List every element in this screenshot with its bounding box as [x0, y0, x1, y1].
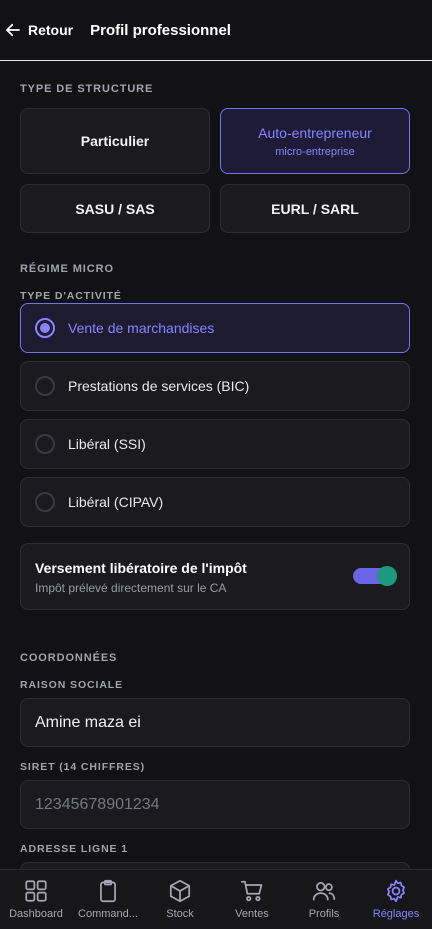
versement-toggle[interactable]: [353, 566, 397, 586]
adresse-input[interactable]: [20, 862, 410, 869]
structure-option-sasu[interactable]: SASU / SAS: [20, 184, 210, 233]
structure-option-label: EURL / SARL: [271, 200, 359, 217]
nav-item-stock[interactable]: Stock: [144, 870, 216, 929]
activity-type-label: TYPE D'ACTIVITÉ: [20, 290, 122, 302]
structure-option-label: Particulier: [80, 133, 150, 149]
versement-title: Versement libératoire de l'impôt: [35, 560, 247, 576]
structure-section-label: TYPE DE STRUCTURE: [20, 83, 154, 95]
page-title: Profil professionnel: [90, 21, 231, 39]
raison-sociale-label: RAISON SOCIALE: [20, 679, 124, 691]
nav-label: Réglages: [372, 908, 420, 920]
structure-option-eurl[interactable]: EURL / SARL: [220, 184, 410, 233]
back-button[interactable]: Retour: [4, 21, 73, 39]
grid-icon: [25, 880, 47, 902]
nav-label: Command...: [78, 908, 138, 920]
nav-item-dashboard[interactable]: Dashboard: [0, 870, 72, 929]
top-bar: Retour Profil professionnel: [0, 0, 432, 61]
activity-option-vente[interactable]: Vente de marchandises: [20, 303, 410, 353]
arrow-left-icon: [6, 23, 20, 37]
users-icon: [312, 882, 336, 901]
siret-label: SIRET (14 CHIFFRES): [20, 761, 146, 773]
structure-option-label: Auto-entrepreneur: [258, 124, 372, 141]
adresse-label: ADRESSE LIGNE 1: [20, 843, 129, 855]
activity-option-label: Libéral (SSI): [68, 436, 146, 452]
nav-label: Dashboard: [9, 908, 63, 920]
toggle-knob: [377, 566, 397, 586]
box-icon: [169, 879, 191, 903]
activity-option-services[interactable]: Prestations de services (BIC): [20, 361, 410, 411]
activity-option-liberal-ssi[interactable]: Libéral (SSI): [20, 419, 410, 469]
micro-section-label: RÉGIME MICRO: [20, 263, 114, 275]
siret-input[interactable]: 12345678901234: [20, 780, 410, 829]
nav-label: Stock: [166, 908, 194, 920]
radio-button[interactable]: [35, 492, 55, 512]
nav-item-ventes[interactable]: Ventes: [216, 870, 288, 929]
radio-button[interactable]: [35, 434, 55, 454]
structure-option-particulier[interactable]: Particulier: [20, 108, 210, 174]
structure-option-sublabel: micro-entreprise: [275, 145, 355, 158]
activity-option-label: Libéral (CIPAV): [68, 494, 164, 510]
versement-liberatoire-card: Versement libératoire de l'impôt Impôt p…: [20, 543, 410, 610]
raison-sociale-input[interactable]: Amine maza ei: [20, 698, 410, 747]
nav-item-commandes[interactable]: Command...: [72, 870, 144, 929]
structure-option-auto-entrepreneur[interactable]: Auto-entrepreneur micro-entreprise: [220, 108, 410, 174]
activity-option-liberal-cipav[interactable]: Libéral (CIPAV): [20, 477, 410, 527]
nav-label: Ventes: [235, 908, 269, 920]
nav-label: Profils: [308, 908, 340, 920]
activity-option-label: Vente de marchandises: [68, 320, 215, 336]
versement-subtitle: Impôt prélevé directement sur le CA: [35, 581, 227, 595]
nav-item-profils[interactable]: Profils: [288, 870, 360, 929]
clipboard-icon: [100, 879, 116, 903]
back-label: Retour: [28, 22, 74, 38]
nav-item-reglages[interactable]: Réglages: [360, 870, 432, 929]
settings-content[interactable]: TYPE DE STRUCTURE Particulier Auto-entre…: [0, 62, 432, 869]
coordonnees-section-label: COORDONNÉES: [20, 652, 118, 664]
activity-option-label: Prestations de services (BIC): [68, 378, 250, 394]
radio-button[interactable]: [35, 318, 55, 338]
structure-option-label: SASU / SAS: [75, 200, 155, 217]
radio-button[interactable]: [35, 376, 55, 396]
cart-icon: [240, 880, 263, 902]
gear-icon: [387, 879, 405, 903]
bottom-navigation: Dashboard Command... Stock Ventes Profil…: [0, 869, 432, 929]
